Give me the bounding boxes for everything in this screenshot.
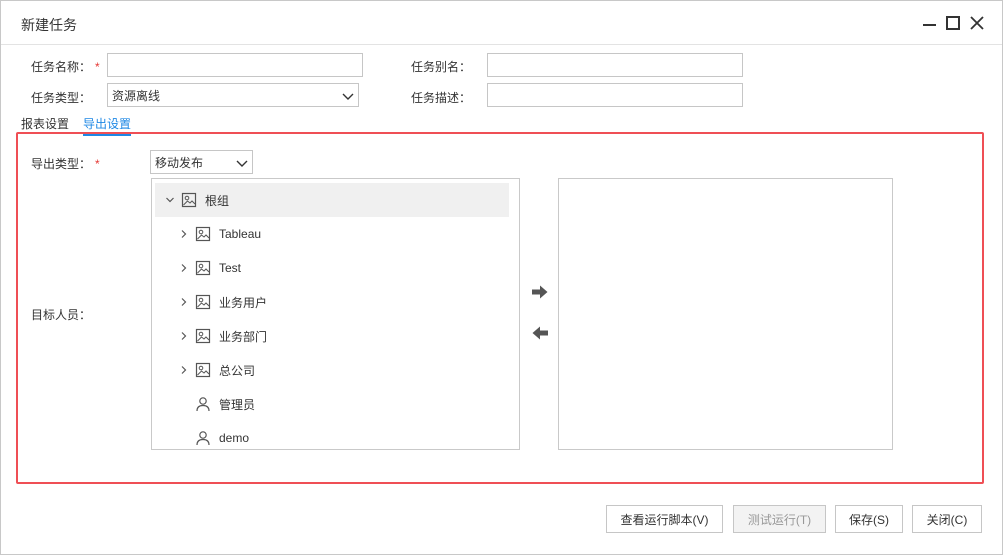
export-type-label-text: 导出类型： [31, 157, 92, 171]
required-mark: * [95, 157, 100, 171]
chevron-down-icon[interactable] [165, 195, 175, 205]
chevron-right-icon[interactable] [179, 365, 189, 375]
task-type-value: 资源离线 [112, 88, 161, 103]
chevron-down-icon [236, 160, 248, 167]
export-type-label: 导出类型： * [31, 155, 100, 172]
user-icon [195, 430, 211, 446]
title-bar: 新建任务 [1, 1, 1002, 45]
minimize-button[interactable] [919, 13, 939, 33]
view-script-button[interactable]: 查看运行脚本(V) [606, 505, 723, 533]
tree-node-label: 管理员 [219, 397, 256, 412]
group-icon [181, 192, 197, 208]
tree-node-label: Tableau [219, 227, 262, 241]
chevron-down-icon [342, 93, 354, 100]
tree-node-label: Test [219, 261, 242, 275]
minimize-icon [922, 24, 936, 26]
task-type-select[interactable]: 资源离线 [107, 83, 359, 107]
task-desc-input[interactable] [487, 83, 743, 107]
tree-node-admin[interactable]: 管理员 [155, 387, 509, 421]
arrow-left-icon [532, 326, 548, 340]
move-right-button[interactable] [531, 284, 549, 300]
task-name-label: 任务名称： * [31, 58, 100, 75]
user-icon [195, 396, 211, 412]
close-button[interactable]: 关闭(C) [912, 505, 982, 533]
tree-node-label: demo [219, 431, 250, 445]
group-icon [195, 260, 211, 276]
tree-node-business-users[interactable]: 业务用户 [155, 285, 509, 319]
group-icon [195, 362, 211, 378]
new-task-dialog: 新建任务 任务名称： * 任务别名： 任务类型： 资源离线 任务描述： 报表设置 … [0, 0, 1003, 555]
tree-node-business-dept[interactable]: 业务部门 [155, 319, 509, 353]
maximize-button[interactable] [943, 13, 963, 33]
export-type-value: 移动发布 [155, 155, 204, 170]
tree-node-label: 业务用户 [219, 295, 268, 310]
test-run-button[interactable]: 测试运行(T) [733, 505, 826, 533]
close-icon [970, 16, 984, 30]
arrow-right-icon [532, 285, 548, 299]
chevron-right-icon[interactable] [179, 331, 189, 341]
task-alias-label: 任务别名： [411, 60, 472, 74]
chevron-right-icon[interactable] [179, 229, 189, 239]
task-name-input[interactable] [107, 53, 363, 77]
save-button[interactable]: 保存(S) [835, 505, 903, 533]
tree-node-tableau[interactable]: Tableau [155, 217, 509, 251]
user-tree[interactable]: 根组 Tableau Test 业务用户 业务部门 总公司 管理员 demo [151, 178, 520, 450]
tree-node-demo[interactable]: demo [155, 421, 509, 449]
group-icon [195, 226, 211, 242]
target-people-label: 目标人员： [31, 308, 92, 322]
tree-node-test[interactable]: Test [155, 251, 509, 285]
tab-report-settings[interactable]: 报表设置 [21, 115, 69, 132]
tree-node-label: 业务部门 [219, 329, 268, 344]
group-icon [195, 328, 211, 344]
task-name-label-text: 任务名称： [31, 60, 92, 74]
selected-users-list[interactable] [558, 178, 893, 450]
chevron-right-icon[interactable] [179, 263, 189, 273]
close-window-button[interactable] [967, 13, 987, 33]
chevron-right-icon[interactable] [179, 297, 189, 307]
task-alias-input[interactable] [487, 53, 743, 77]
tree-node-label: 根组 [205, 193, 230, 208]
group-icon [195, 294, 211, 310]
dialog-title: 新建任务 [21, 17, 77, 33]
task-desc-label: 任务描述： [411, 91, 472, 105]
export-type-select[interactable]: 移动发布 [150, 150, 253, 174]
tree-node-label: 总公司 [219, 363, 256, 378]
maximize-icon [946, 16, 960, 30]
move-left-button[interactable] [531, 325, 549, 341]
tree-node-root[interactable]: 根组 [155, 183, 509, 217]
task-type-label: 任务类型： [31, 91, 92, 105]
tree-node-head-office[interactable]: 总公司 [155, 353, 509, 387]
required-mark: * [95, 60, 100, 74]
